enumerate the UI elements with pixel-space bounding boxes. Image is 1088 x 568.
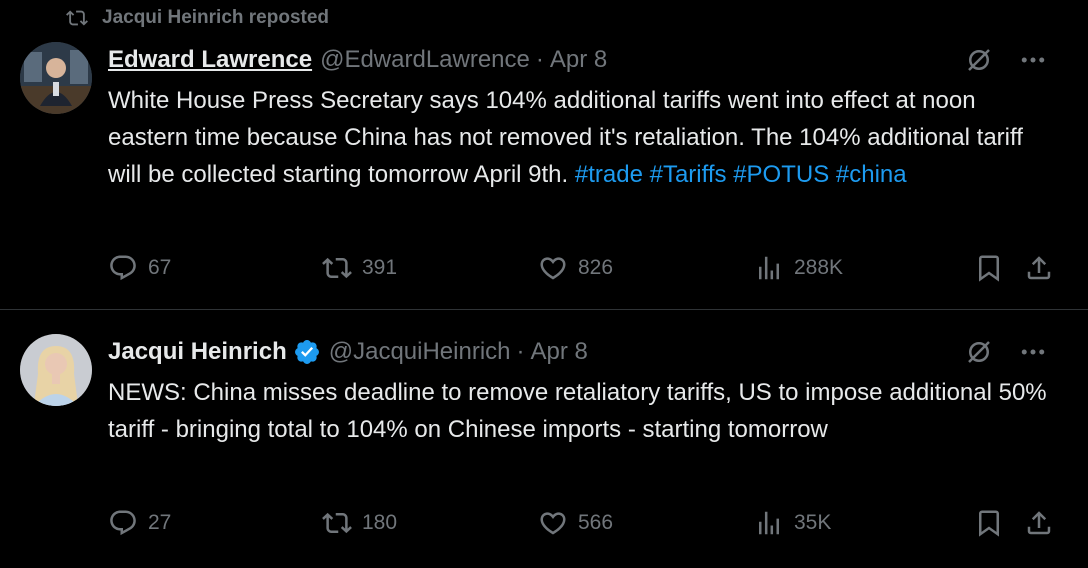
tweet-text: White House Press Secretary says 104% ad… [108,82,1048,193]
more-icon[interactable] [1018,45,1048,75]
views-count: 288K [794,256,844,279]
views-button[interactable]: 288K [754,253,843,283]
views-button[interactable]: 35K [754,508,831,538]
hashtag-link[interactable]: #POTUS [733,161,829,188]
hashtag-link[interactable]: #china [836,161,907,188]
share-icon [1027,511,1051,535]
repost-button[interactable]: 180 [322,508,397,538]
grok-icon[interactable] [964,45,994,75]
repost-icon [66,10,88,26]
views-count: 35K [794,511,832,534]
separator-dot: · [516,338,525,365]
like-button[interactable]: 566 [538,508,613,538]
author-name[interactable]: Edward Lawrence [108,46,312,74]
bookmark-button[interactable] [974,253,1004,283]
avatar[interactable] [20,334,92,406]
author-handle[interactable]: @JacquiHeinrich [329,338,511,366]
more-icon[interactable] [1018,337,1048,367]
views-icon [759,511,779,535]
author-name[interactable]: Jacqui Heinrich [108,338,287,366]
reply-icon [110,255,136,281]
like-count: 566 [578,511,614,534]
tweet-date[interactable]: Apr 8 [531,338,588,366]
tweet-text: NEWS: China misses deadline to remove re… [108,379,1047,443]
heart-icon [540,512,566,535]
repost-icon [322,512,352,534]
tweet-edward-lawrence[interactable]: Jacqui Heinrich reposted Edward Lawrence… [0,0,1088,310]
reply-icon [110,510,136,536]
bookmark-button[interactable] [974,508,1004,538]
views-icon [759,256,779,280]
repost-icon [322,257,352,279]
repost-banner-text: Jacqui Heinrich reposted [102,7,330,28]
repost-button[interactable]: 391 [322,253,397,283]
like-count: 826 [578,256,614,279]
author-handle[interactable]: @EdwardLawrence [320,46,530,74]
repost-count: 180 [362,511,398,534]
hashtag-link[interactable]: #trade [575,161,643,188]
share-icon [1027,256,1051,280]
tweet-jacqui-heinrich[interactable]: Jacqui Heinrich @JacquiHeinrich · Apr 8 … [0,310,1088,568]
like-button[interactable]: 826 [538,253,613,283]
reply-button[interactable]: 67 [108,253,171,283]
heart-icon [540,257,566,280]
tweet-date[interactable]: Apr 8 [550,46,607,74]
reply-count: 67 [148,256,172,279]
share-button[interactable] [1024,253,1054,283]
bookmark-icon [979,255,999,282]
verified-badge-icon [294,340,319,364]
repost-banner[interactable]: Jacqui Heinrich reposted [66,6,329,30]
grok-icon[interactable] [964,337,994,367]
share-button[interactable] [1024,508,1054,538]
avatar[interactable] [20,42,92,114]
repost-count: 391 [362,256,398,279]
reply-button[interactable]: 27 [108,508,171,538]
bookmark-icon [979,510,999,537]
hashtag-link[interactable]: #Tariffs [650,161,727,188]
separator-dot: · [535,46,544,73]
reply-count: 27 [148,511,172,534]
